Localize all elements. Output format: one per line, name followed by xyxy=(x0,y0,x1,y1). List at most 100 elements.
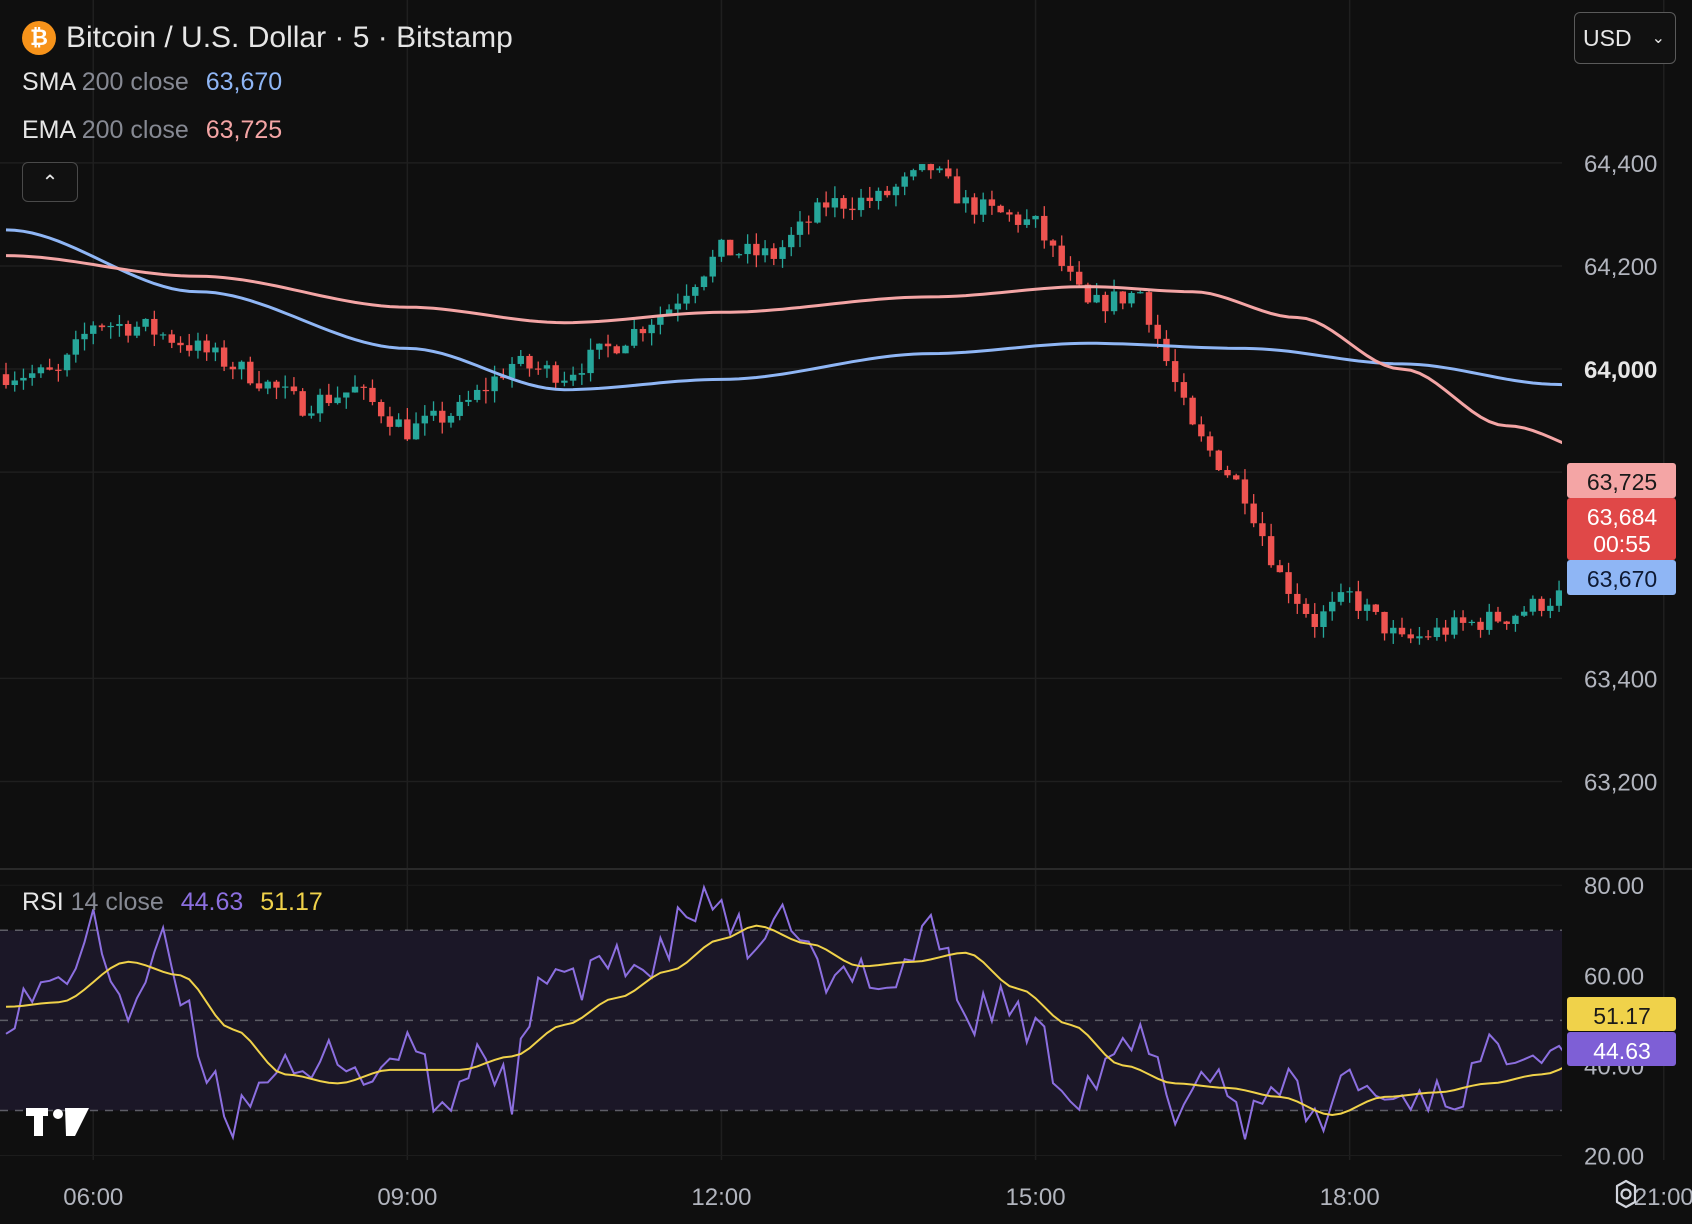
sma-legend[interactable]: SMA 200 close 63,670 xyxy=(22,68,282,97)
ema-price-tag-text: 63,725 xyxy=(1587,469,1657,495)
candle-body xyxy=(116,323,123,326)
candle-body xyxy=(753,243,760,256)
rsi-legend[interactable]: RSI 14 close 44.63 51.17 xyxy=(22,888,323,917)
candle-body xyxy=(639,328,647,334)
chart-canvas[interactable]: 63,20063,40064,00064,20064,40063,800 80.… xyxy=(0,0,1692,1224)
candle-body xyxy=(412,423,420,440)
candle-body xyxy=(561,380,568,383)
candle-body xyxy=(1398,627,1406,635)
rsi-legend-value: 44.63 xyxy=(180,888,244,916)
candle-body xyxy=(273,381,280,388)
candle-body xyxy=(726,239,734,256)
candle-body xyxy=(439,410,446,423)
last-price-tag-text: 00:55 xyxy=(1593,531,1651,557)
rsi-tick-label: 20.00 xyxy=(1584,1143,1644,1170)
collapse-legend-button[interactable]: ⌃ xyxy=(22,162,78,202)
currency-select-value: USD xyxy=(1583,24,1632,51)
candle-body xyxy=(613,346,620,354)
time-tick-label: 18:00 xyxy=(1320,1184,1380,1211)
candle-body xyxy=(1163,338,1170,362)
candle-body xyxy=(552,365,559,383)
symbol-title[interactable]: Bitcoin / U.S. Dollar · 5 · Bitstamp xyxy=(66,21,513,55)
candle-body xyxy=(1110,291,1118,312)
candle-body xyxy=(430,410,437,416)
candle-body xyxy=(133,326,141,336)
candle-body xyxy=(1067,265,1074,272)
rsi-legend-params: 14 close xyxy=(70,888,164,916)
candle-body xyxy=(1154,324,1161,339)
candle-body xyxy=(107,325,114,328)
candle-body xyxy=(596,343,603,350)
bitcoin-icon: ₿ xyxy=(22,21,56,55)
candle-body xyxy=(831,198,839,208)
candle-body xyxy=(325,394,333,404)
candle-body xyxy=(1058,245,1065,266)
candle-body xyxy=(788,234,795,248)
time-tick-label: 12:00 xyxy=(691,1184,751,1211)
candle-body xyxy=(1171,361,1179,383)
candle-body xyxy=(447,415,455,423)
candle-body xyxy=(90,325,97,334)
symbol-header[interactable]: ₿ Bitcoin / U.S. Dollar · 5 · Bitstamp xyxy=(22,18,513,58)
price-tick-label: 64,200 xyxy=(1584,254,1657,281)
candle-body xyxy=(1180,382,1188,398)
rsi-tick-label: 80.00 xyxy=(1584,873,1644,900)
candle-body xyxy=(1547,605,1554,611)
rsi-ma-legend-value: 51.17 xyxy=(260,888,323,916)
candle-body xyxy=(11,380,18,386)
candle-body xyxy=(578,373,586,375)
candle-body xyxy=(1363,604,1371,611)
candle-body xyxy=(220,347,228,367)
candle-body xyxy=(718,239,725,257)
candle-body xyxy=(1285,572,1292,594)
candle-body xyxy=(683,295,690,304)
candle-body xyxy=(1241,479,1249,504)
candle-body xyxy=(945,168,952,177)
time-tick-label: 21:00 xyxy=(1634,1184,1692,1211)
candle-body xyxy=(936,168,943,171)
candle-body xyxy=(316,394,324,414)
rsi-legend-name: RSI xyxy=(22,888,64,916)
candle-body xyxy=(1250,503,1257,524)
candle-body xyxy=(343,392,350,398)
candle-body xyxy=(1049,240,1057,246)
candle-body xyxy=(884,190,891,196)
candle-body xyxy=(779,247,786,259)
candle-body xyxy=(901,176,908,187)
sma-legend-params: 200 close xyxy=(81,68,189,96)
candle-body xyxy=(988,199,996,206)
candle-body xyxy=(1224,470,1231,476)
candle-body xyxy=(997,205,1004,213)
candle-body xyxy=(255,383,263,389)
candle-body xyxy=(1555,590,1562,606)
candle-body xyxy=(142,318,149,327)
candle-body xyxy=(1337,592,1345,602)
settings-gear-icon[interactable] xyxy=(1610,1178,1642,1210)
candle-body xyxy=(1320,611,1327,627)
currency-select[interactable]: USD ⌄ xyxy=(1574,12,1676,64)
candle-body xyxy=(81,333,88,340)
candle-body xyxy=(1206,436,1214,451)
candle-body xyxy=(910,170,917,177)
candle-body xyxy=(971,197,978,215)
candle-body xyxy=(456,401,463,416)
candle-body xyxy=(1538,598,1545,611)
candle-body xyxy=(1416,636,1423,639)
rsi-ma-tag-text: 51.17 xyxy=(1593,1003,1651,1029)
candle-body xyxy=(1023,219,1031,225)
ema-legend[interactable]: EMA 200 close 63,725 xyxy=(22,116,282,145)
candle-body xyxy=(386,416,394,427)
chevron-up-icon: ⌃ xyxy=(41,171,59,194)
price-tick-label: 63,200 xyxy=(1584,769,1657,796)
candle-body xyxy=(604,343,612,347)
candle-body xyxy=(473,389,481,400)
candle-body xyxy=(334,397,341,404)
candle-body xyxy=(875,190,882,202)
candle-body xyxy=(1267,536,1275,566)
candle-body xyxy=(822,202,830,208)
candle-body xyxy=(770,248,777,259)
candle-body xyxy=(1119,291,1126,304)
candle-body xyxy=(168,334,175,343)
ema-price-tag: 63,725 xyxy=(1567,463,1676,498)
candle-body xyxy=(587,349,594,374)
